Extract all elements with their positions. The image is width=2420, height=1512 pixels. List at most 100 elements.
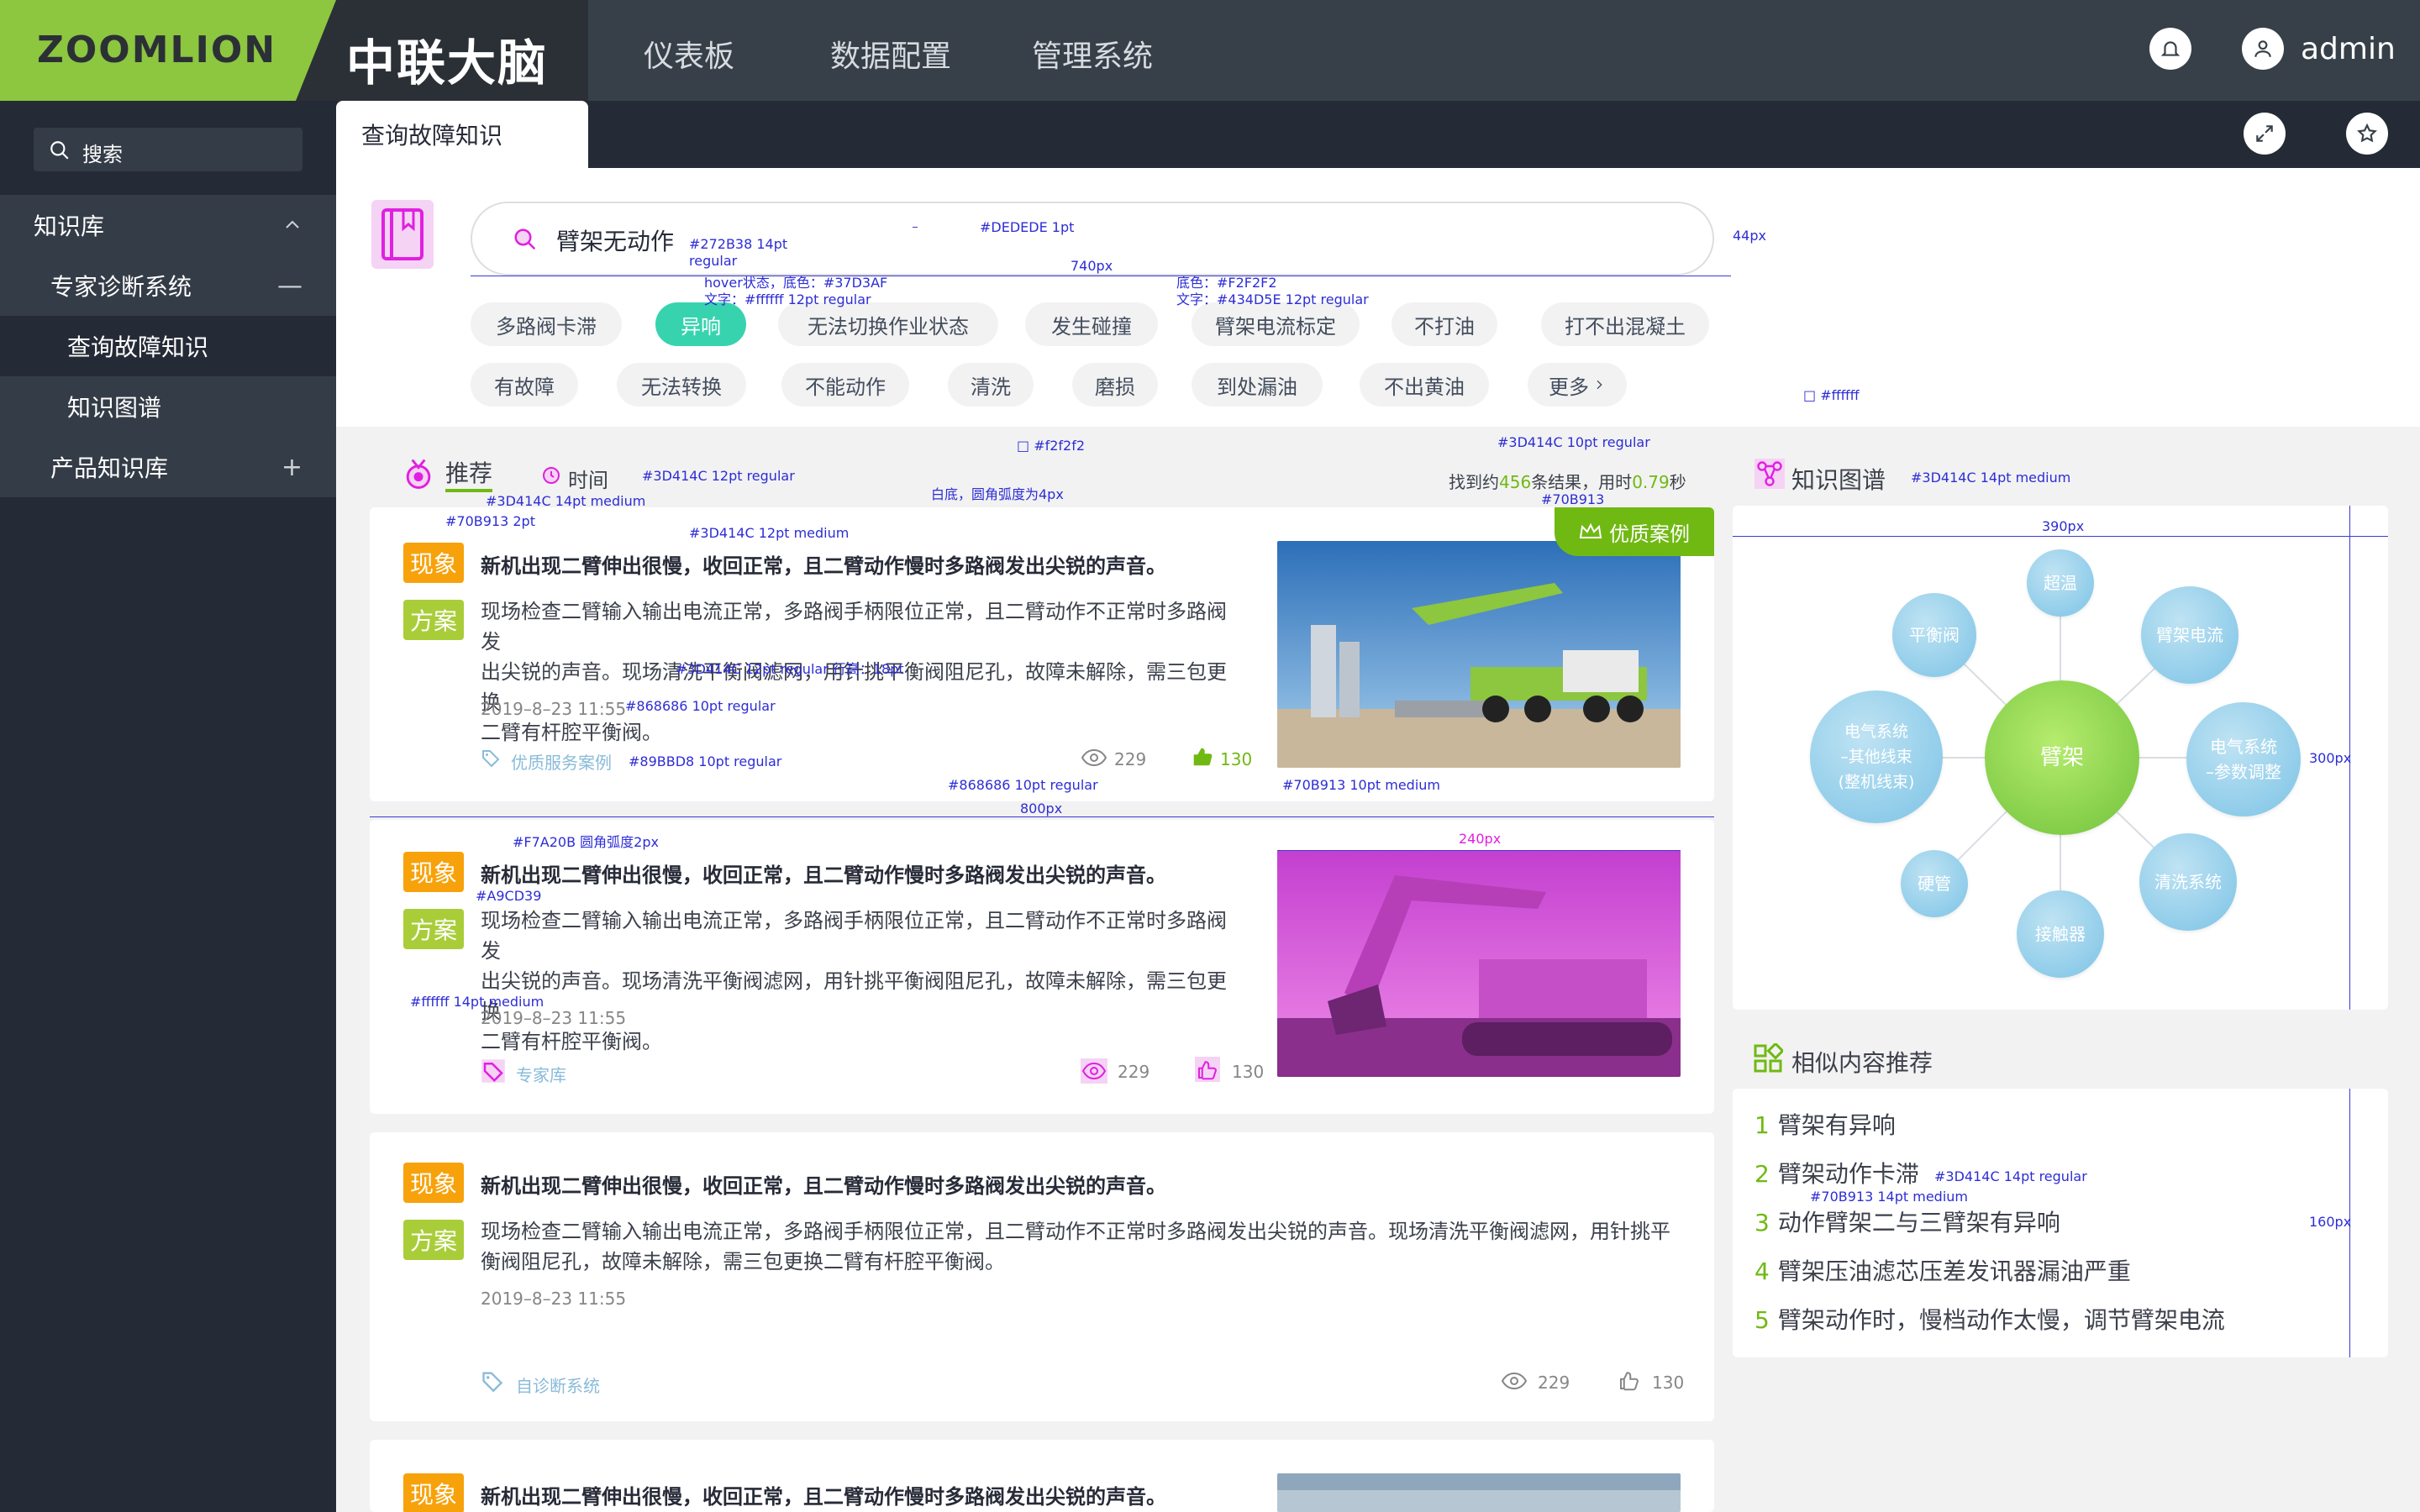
result-time: 0.79 [1632,472,1670,492]
medal-icon [406,459,431,489]
spec-annotation: 240px [1459,831,1502,847]
clock-icon[interactable] [541,465,561,486]
spec-annotation: regular [689,253,738,269]
spec-annotation: #272B38 14pt [689,236,788,252]
chip[interactable]: 不打油 [1392,302,1497,346]
sort-time[interactable]: 时间 [568,464,608,493]
spec-annotation: 44px [1733,228,1766,244]
card-source[interactable]: 优质服务案例 [511,749,612,774]
search-icon [50,141,69,160]
spec-annotation: #3D414C 12pt regular [642,468,795,484]
chip[interactable]: 无法切换作业状态 [778,302,998,346]
chip[interactable]: 有故障 [471,363,578,407]
search-placeholder: 搜索 [82,143,123,166]
graph-center-node[interactable]: 臂架 [1985,680,2139,835]
chip[interactable]: 到处漏油 [1192,363,1323,407]
like-count: 130 [1232,1062,1265,1082]
phenomenon-badge: 现象 [403,543,464,583]
card-title[interactable]: 新机出现二臂伸出很慢，收回正常，且二臂动作慢时多路阀发出尖锐的声音。 [481,1169,1166,1199]
similar-item[interactable]: 4 臂架压油滤芯压差发讯器漏油严重 [1754,1253,2131,1287]
spec-annotation: #3D414C 12pt medium [689,525,850,541]
graph-node[interactable]: 电气系统 –参数调整 [2186,702,2301,816]
graph-node[interactable]: 硬管 [1901,850,1968,917]
expand-icon: + [281,452,302,482]
chip[interactable]: 臂架电流标定 [1192,302,1360,346]
item-text: 臂架有异响 [1777,1111,1896,1139]
nav-data-config[interactable]: 数据配置 [830,32,951,76]
nav-management[interactable]: 管理系统 [1032,32,1153,76]
similar-item[interactable]: 1 臂架有异响 [1754,1107,1896,1141]
chevron-right-icon [1597,380,1602,390]
result-card[interactable]: 现象 新机出现二臂伸出很慢，收回正常，且二臂动作慢时多路阀发出尖锐的声音。 [370,1440,1714,1512]
chip[interactable]: 打不出混凝土 [1541,302,1709,346]
chip[interactable]: 清洗 [948,363,1034,407]
sidebar-item-product-kb[interactable]: 产品知识库 + [0,437,336,497]
spec-annotation: #70B913 10pt medium [1282,777,1440,793]
chip[interactable]: 不出黄油 [1360,363,1489,407]
graph-node[interactable]: 臂架电流 [2141,586,2238,684]
item-number: 3 [1754,1209,1770,1236]
chip[interactable]: 磨损 [1072,363,1158,407]
more-chip[interactable]: 更多 [1528,363,1627,407]
item-number: 4 [1754,1257,1770,1285]
sidebar-search[interactable]: 搜索 [34,128,302,171]
notification-button[interactable] [2149,28,2191,70]
tag-icon [481,1059,505,1083]
quality-ribbon: 优质案例 [1555,507,1714,556]
result-card[interactable]: 现象 新机出现二臂伸出很慢，收回正常，且二臂动作慢时多路阀发出尖锐的声音。 方案… [370,820,1714,1114]
graph-node[interactable]: 电气系统 –其他线束 (整机线束) [1810,690,1943,823]
fullscreen-button[interactable] [2244,113,2286,155]
similar-item[interactable]: 3 动作臂架二与三臂架有异响 [1754,1205,2060,1238]
brand-title: 中联大脑 [346,34,549,92]
chevron-up-icon [286,220,299,228]
username[interactable]: admin [2301,32,2396,66]
sidebar-item-knowledge-graph[interactable]: 知识图谱 [0,376,336,437]
eye-icon [1081,1058,1107,1084]
search-panel: 臂架无动作 多路阀卡滞 异响 无法切换作业状态 发生碰撞 臂架电流标定 不打油 … [336,168,2420,427]
tab-query-fault[interactable]: 查询故障知识 [336,101,588,168]
card-title[interactable]: 新机出现二臂伸出很慢，收回正常，且二臂动作慢时多路阀发出尖锐的声音。 [481,549,1166,579]
chip[interactable]: 发生碰撞 [1025,302,1158,346]
chip-active[interactable]: 异响 [655,302,746,346]
chip[interactable]: 无法转换 [617,363,746,407]
avatar[interactable] [2242,28,2284,70]
similar-item[interactable]: 2 臂架动作卡滞 [1754,1156,1919,1189]
graph-node[interactable]: 超温 [2027,549,2094,617]
card-title[interactable]: 新机出现二臂伸出很慢，收回正常，且二臂动作慢时多路阀发出尖锐的声音。 [481,1480,1166,1509]
sidebar-item-expert-system[interactable]: 专家诊断系统 — [0,255,336,316]
sidebar-item-query-fault[interactable]: 查询故障知识 [0,316,336,376]
thumbs-up-icon[interactable] [1192,746,1213,768]
similar-item[interactable]: 5 臂架动作时，慢档动作太慢，调节臂架电流 [1754,1302,2225,1336]
chip[interactable]: 不能动作 [781,363,909,407]
card-title[interactable]: 新机出现二臂伸出很慢，收回正常，且二臂动作慢时多路阀发出尖锐的声音。 [481,858,1166,888]
card-source[interactable]: 自诊断系统 [516,1373,600,1397]
spec-annotation: 740px [1071,258,1113,274]
body-line: 现场检查二臂输入输出电流正常，多路阀手柄限位正常，且二臂动作不正常时多路阀发出尖… [481,1220,1670,1243]
graph-node[interactable]: 接触器 [2017,890,2104,978]
spec-annotation: 300px [2309,750,2352,766]
annotation-line [370,816,1714,817]
item-text: 臂架压油滤芯压差发讯器漏油严重 [1777,1257,2131,1285]
spec-annotation: □ #ffffff [1803,387,1860,403]
nav-dashboard[interactable]: 仪表板 [644,32,734,76]
spec-annotation: #3D414C 14pt regular [1934,1168,2087,1184]
graph-node[interactable]: 平衡阀 [1892,593,1976,677]
card-source[interactable]: 专家库 [516,1062,566,1086]
graph-node[interactable]: 清洗系统 [2139,833,2237,931]
thumbs-up-icon[interactable] [1195,1057,1220,1082]
spec-annotation: 白底，圆角弧度为4px [931,486,1064,502]
result-card[interactable]: 现象 新机出现二臂伸出很慢，收回正常，且二臂动作慢时多路阀发出尖锐的声音。 方案… [370,507,1714,801]
tag-icon [482,750,500,768]
item-text: 臂架动作卡滞 [1777,1160,1919,1188]
favorite-button[interactable] [2346,113,2388,155]
chip[interactable]: 多路阀卡滞 [471,302,622,346]
thumbs-up-icon[interactable] [1617,1368,1642,1393]
user-icon [2254,40,2271,57]
result-card[interactable]: 现象 新机出现二臂伸出很慢，收回正常，且二臂动作慢时多路阀发出尖锐的声音。 方案… [370,1132,1714,1421]
result-mid: 条结果，用时 [1531,472,1633,492]
eye-icon [1081,748,1107,767]
spec-annotation: 文字：#ffffff 12pt regular [704,291,871,307]
annotation-line [1733,536,2388,537]
tab-label: 查询故障知识 [361,122,503,150]
sidebar-item-knowledge-base[interactable]: 知识库 [0,195,336,255]
